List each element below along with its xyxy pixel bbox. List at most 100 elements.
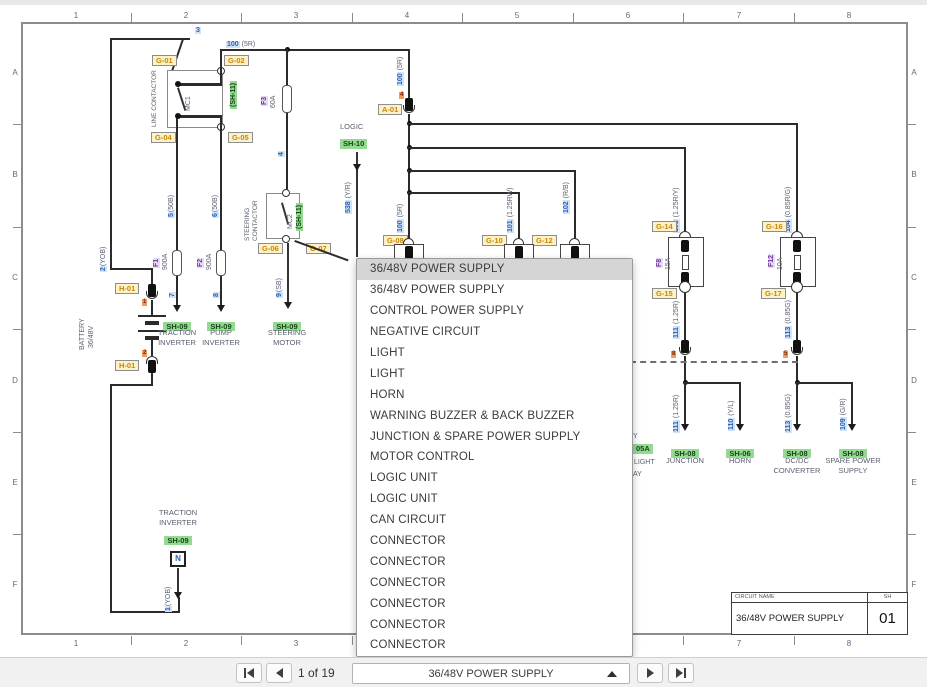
next-page-icon	[647, 668, 654, 678]
dropdown-item[interactable]: CONNECTOR	[357, 572, 632, 593]
dest-spare-power-supply: SPARE POWERSUPPLY	[821, 456, 885, 476]
ruler-row: E	[9, 478, 21, 487]
battery-label: BATTERY	[78, 318, 87, 350]
dropdown-item[interactable]: HORN	[357, 384, 632, 405]
pin-number: 1	[142, 299, 147, 306]
flow-arrow	[217, 305, 225, 312]
ruler-col: 5	[507, 11, 527, 20]
wire	[796, 382, 798, 426]
connector-plug	[148, 360, 156, 373]
ruler-col: 7	[729, 11, 749, 20]
fuse-f3-label: F3	[260, 96, 269, 106]
wire	[684, 293, 686, 340]
dropdown-item[interactable]: LOGIC UNIT	[357, 489, 632, 510]
ruler-row: C	[9, 273, 21, 282]
last-page-button[interactable]	[668, 663, 694, 683]
dest-steering-motor: STEERINGMOTOR	[255, 328, 319, 348]
dropdown-item[interactable]: LOGIC UNIT	[357, 468, 632, 489]
dropdown-item[interactable]: WARNING BUZZER & BACK BUZZER	[357, 405, 632, 426]
wire	[220, 49, 222, 84]
line-contactor-label: LINE CONTACTOR	[150, 70, 159, 127]
previous-page-button[interactable]	[266, 663, 292, 683]
wire	[176, 276, 178, 306]
wire	[574, 170, 576, 240]
fuse-f8-label: F8	[655, 258, 664, 268]
wire-label-4: 4	[277, 151, 286, 157]
ruler-row: A	[9, 68, 21, 77]
wire-label-3: 3	[195, 26, 201, 35]
connector-badge-g12: G-12	[532, 235, 557, 246]
mc2-label: MC2	[286, 214, 295, 229]
ruler-tick	[908, 432, 916, 433]
ruler-tick	[131, 636, 132, 645]
ruler-tick	[13, 124, 21, 125]
dropdown-item[interactable]: CONTROL POWER SUPPLY	[357, 301, 632, 322]
flow-arrow	[353, 164, 361, 171]
sheet-ref: SH-09	[146, 530, 210, 548]
dropdown-item[interactable]: MOTOR CONTROL	[357, 447, 632, 468]
circuit-list-dropdown: 36/48V POWER SUPPLY 36/48V POWER SUPPLY …	[356, 258, 633, 657]
title-block-name-cell: CIRCUIT NAME 36/48V POWER SUPPLY	[732, 593, 868, 634]
flow-arrow	[174, 592, 182, 599]
dropdown-item[interactable]: NEGATIVE CIRCUIT	[357, 322, 632, 343]
wire	[110, 38, 112, 268]
wire-label-111b: 111 (1.25R)	[672, 395, 681, 433]
fuse-f3	[282, 85, 292, 113]
ruler-col: 3	[286, 639, 306, 648]
connector-badge-h01: H-01	[115, 360, 139, 371]
contact-dot	[175, 81, 181, 87]
wire	[286, 49, 288, 85]
previous-page-icon	[276, 668, 283, 678]
fuse-f2-label: F2	[196, 258, 205, 268]
wire-label-109: 109 (G/R)	[839, 398, 848, 431]
fuse-f12-label: F12	[767, 254, 776, 268]
ruler-col: 6	[618, 11, 638, 20]
ruler-row: F	[908, 580, 920, 589]
dropdown-item[interactable]: CONNECTOR	[357, 551, 632, 572]
connector-badge-g17: G-17	[761, 288, 786, 299]
ruler-row: E	[908, 478, 920, 487]
ruler-tick	[13, 534, 21, 535]
wire-label-9: 9(SB)	[275, 278, 284, 298]
dropdown-item[interactable]: JUNCTION & SPARE POWER SUPPLY	[357, 426, 632, 447]
ruler-tick	[908, 534, 916, 535]
last-page-icon	[676, 668, 683, 678]
pin-number: 4	[399, 92, 404, 99]
first-page-button[interactable]	[236, 663, 262, 683]
dropdown-item[interactable]: 36/48V POWER SUPPLY	[357, 280, 632, 301]
wire-label-110: 110 (Y/L)	[727, 401, 736, 431]
ruler-col: 7	[729, 639, 749, 648]
ruler-tick	[352, 636, 353, 645]
fuse-terminal	[791, 281, 803, 293]
dropdown-item[interactable]: 36/48V POWER SUPPLY	[357, 259, 632, 280]
title-block-sheet-cell: SH 01	[868, 593, 907, 634]
wire	[286, 113, 288, 193]
wire	[110, 268, 153, 270]
connector-badge-g04: G-04	[151, 132, 176, 143]
dropdown-item[interactable]: CONNECTOR	[357, 635, 632, 656]
pin-number: 2	[142, 350, 147, 357]
logic-label: LOGIC	[340, 122, 363, 131]
connector-badge-g05: G-05	[228, 132, 253, 143]
wire-label-1yob: 1(YOB)	[164, 587, 173, 612]
next-page-button[interactable]	[637, 663, 663, 683]
fuse-f2-rating: 900A	[205, 254, 214, 270]
dropdown-item[interactable]: CAN CIRCUIT	[357, 510, 632, 531]
ruler-tick	[131, 13, 132, 22]
wire-label-100: 100 (5R)	[226, 40, 255, 49]
wire-label-102: 102 (R/B)	[562, 182, 571, 214]
dropdown-item[interactable]: CONNECTOR	[357, 614, 632, 635]
dest-horn: HORN	[708, 456, 772, 466]
sheet-ref-sh10: SH-10	[340, 139, 367, 149]
dropdown-item[interactable]: CONNECTOR	[357, 531, 632, 552]
circuit-selector-button[interactable]: 36/48V POWER SUPPLY	[352, 663, 630, 684]
wire	[178, 597, 180, 613]
first-page-icon	[244, 668, 246, 678]
steering-contactor-label: CONTACTOR	[251, 200, 260, 241]
dropdown-item[interactable]: LIGHT	[357, 363, 632, 384]
dropdown-item[interactable]: LIGHT	[357, 343, 632, 364]
wire-label-111a: 111 (1.25R)	[672, 301, 681, 339]
dropdown-item[interactable]: CONNECTOR	[357, 593, 632, 614]
ruler-tick	[241, 13, 242, 22]
circuit-name-value: 36/48V POWER SUPPLY	[732, 603, 867, 634]
